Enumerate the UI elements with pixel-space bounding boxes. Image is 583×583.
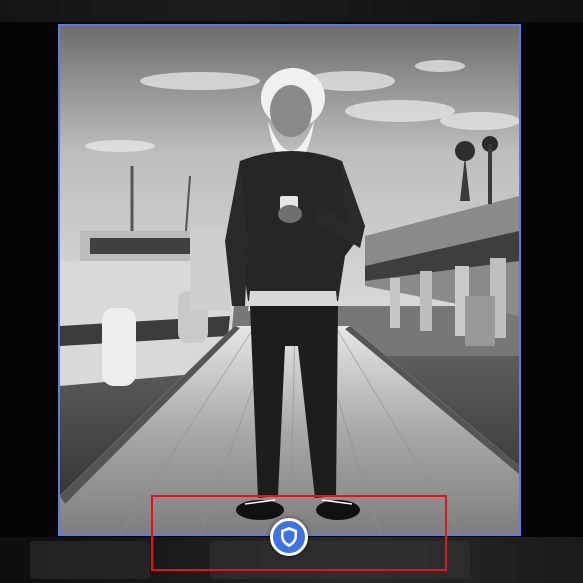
top-strip [0,0,583,22]
photo-frame[interactable] [58,24,521,536]
shield-icon [281,527,297,547]
blurred-content [30,541,150,579]
shield-button[interactable] [270,518,308,556]
portrait-photo [60,26,519,534]
